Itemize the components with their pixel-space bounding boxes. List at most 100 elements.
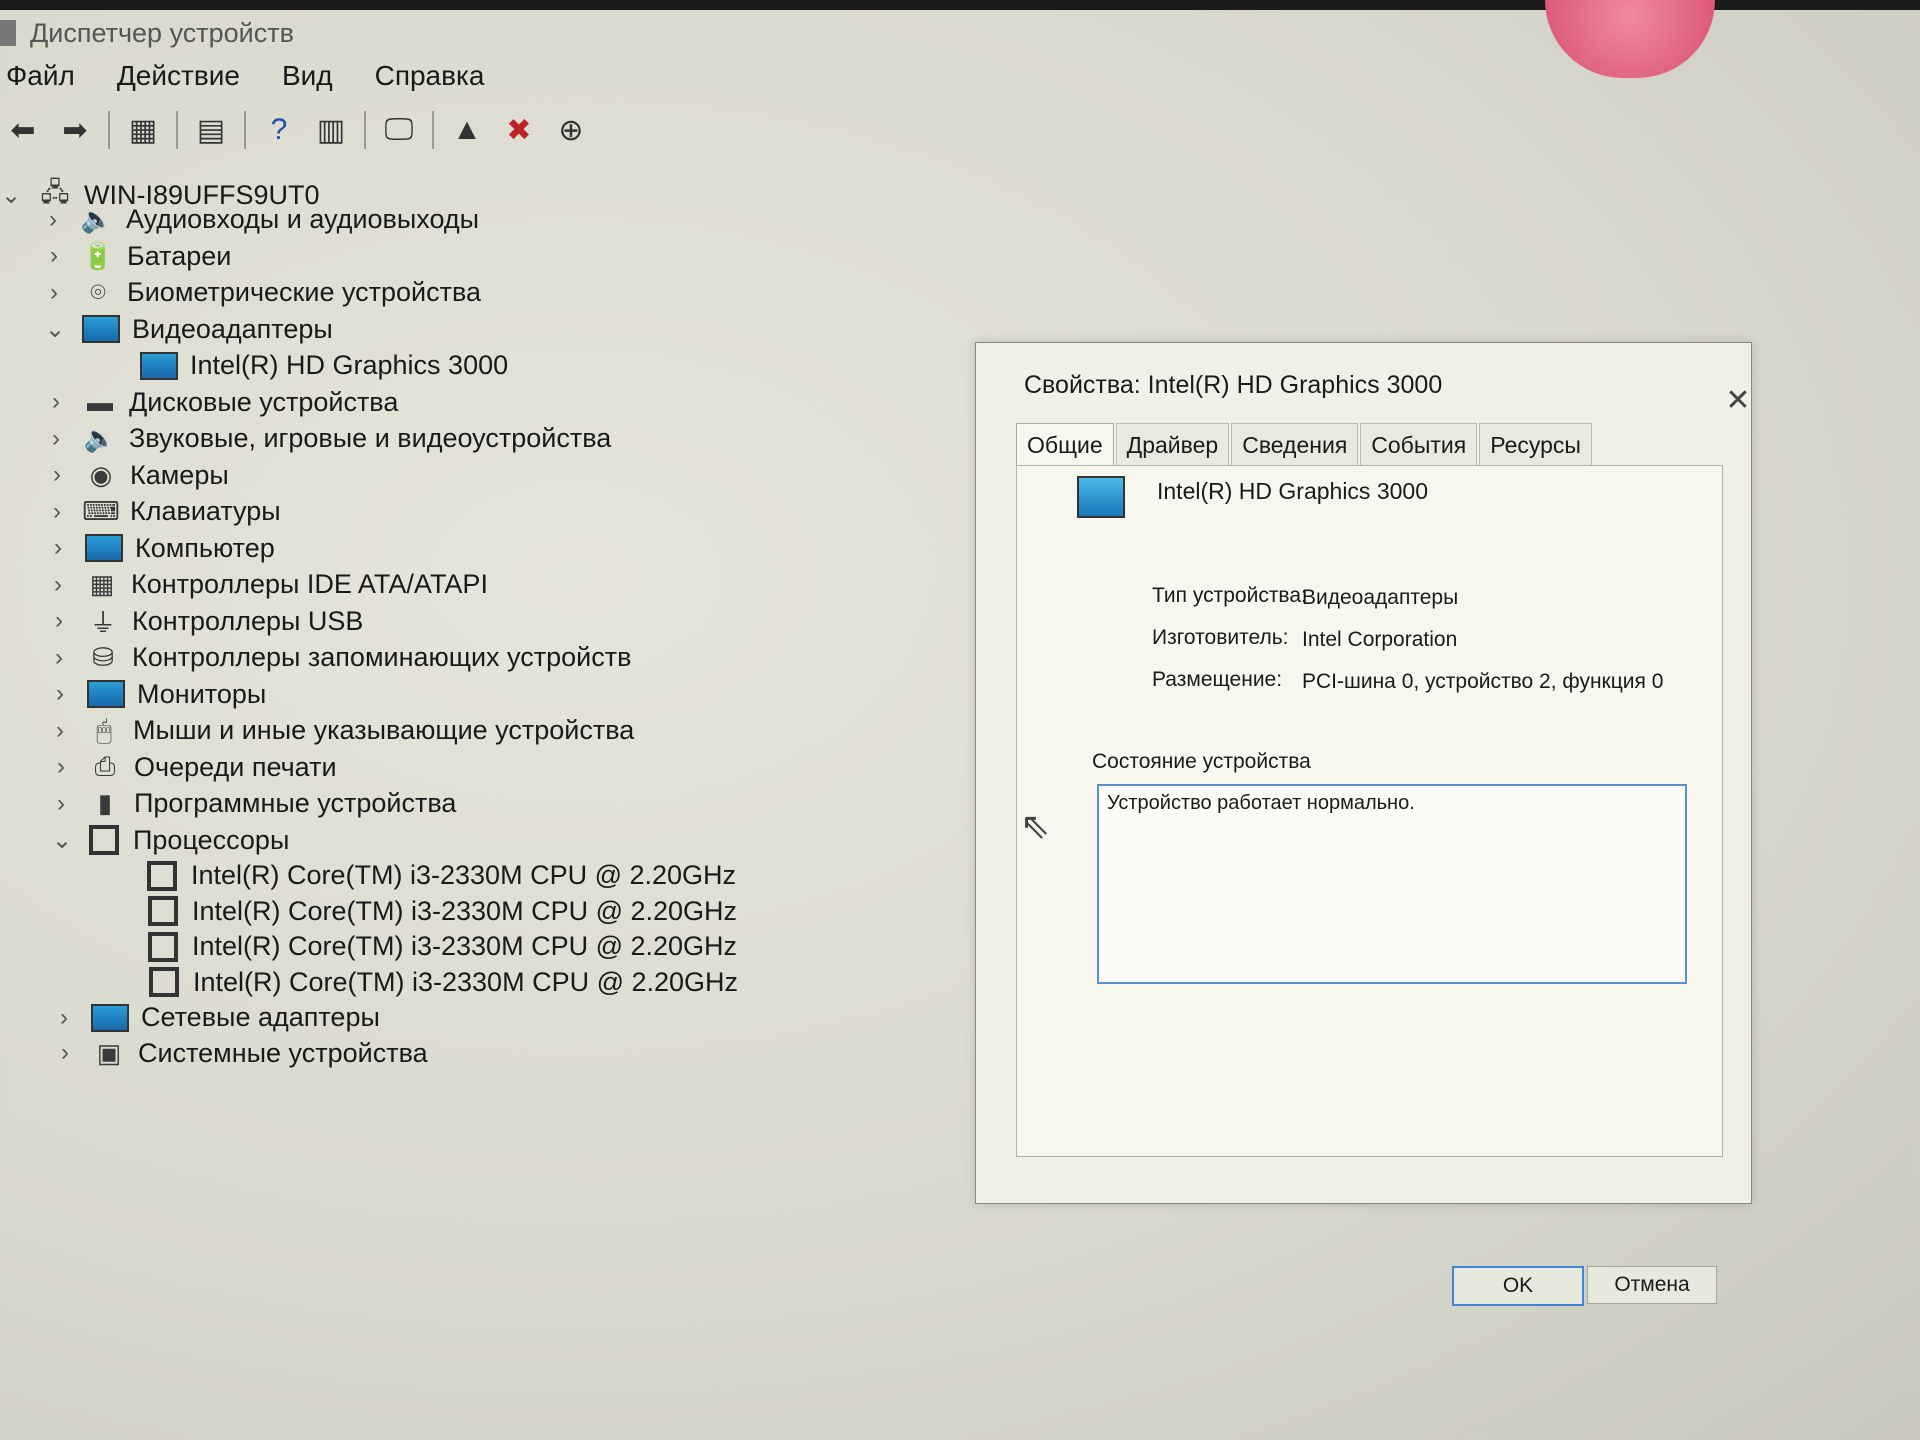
tree-device-item[interactable]: Intel(R) HD Graphics 3000 [124,350,508,381]
back-icon[interactable]: ⬅ [4,111,42,149]
dialog-tabs: Общие Драйвер Сведения События Ресурсы [1016,423,1594,467]
dialog-title: Свойства: Intel(R) HD Graphics 3000 [1024,371,1443,399]
tree-item-label: Мониторы [137,678,267,709]
tree-category-item[interactable]: › 🔋 Батареи [43,241,231,272]
tree-category-item[interactable]: › ◉ Камеры [46,460,229,491]
tree-item-label: Биометрические устройства [127,277,482,307]
tree-item-label: Процессоры [133,824,290,855]
printer-icon: ⎙ [94,751,116,781]
ok-button[interactable]: OK [1452,1266,1584,1306]
speaker-icon: 🔈 [80,204,114,234]
menu-view[interactable]: Вид [278,58,337,94]
tree-category-item[interactable]: ⌄ Видеоадаптеры [44,314,333,345]
tree-item-label: Программные устройства [134,788,457,818]
computer-icon [85,534,123,562]
cancel-button[interactable]: Отмена [1587,1266,1717,1304]
chevron-right-icon[interactable]: › [47,534,69,562]
chevron-right-icon[interactable]: › [42,206,64,234]
menu-bar: Файл Действие Вид Справка [0,58,488,94]
status-textbox[interactable]: Устройство работает нормально. [1097,784,1687,984]
tree-category-item[interactable]: › ⌾ Биометрические устройства [43,277,481,308]
chevron-right-icon[interactable]: › [49,717,71,745]
chevron-right-icon[interactable]: › [49,680,71,708]
cpu-icon [149,967,179,997]
tree-device-item[interactable]: Intel(R) Core(TM) i3-2330M CPU @ 2.20GHz [132,931,737,962]
chevron-right-icon[interactable]: › [54,1039,76,1067]
tree-category-item[interactable]: › 🔈 Звуковые, игровые и видеоустройства [45,423,611,454]
chevron-right-icon[interactable]: › [45,388,67,416]
tab-driver[interactable]: Драйвер [1115,423,1230,467]
disk-icon: ▬ [87,386,113,417]
menu-help[interactable]: Справка [371,58,489,94]
tree-item-label: Видеоадаптеры [132,313,333,344]
prop-value-type: Видеоадаптеры [1302,586,1459,609]
tab-events[interactable]: События [1360,423,1478,467]
prop-value-location: PCI-шина 0, устройство 2, функция 0 [1302,670,1664,693]
chevron-down-icon[interactable]: ⌄ [51,826,73,855]
tree-category-item[interactable]: › Сетевые адаптеры [53,1002,380,1033]
tree-category-item[interactable]: › ⛁ Контроллеры запоминающих устройств [48,642,631,673]
tree-category-item[interactable]: › 🖱 Мыши и иные указывающие устройства [49,715,634,746]
tree-item-label: Клавиатуры [130,496,281,526]
tree-category-item[interactable]: › ▮ Программные устройства [50,788,456,819]
tree-category-item[interactable]: › ▣ Системные устройства [54,1038,428,1069]
chevron-right-icon[interactable]: › [47,571,69,599]
chevron-right-icon[interactable]: › [48,607,70,635]
toolbar-separator [176,111,178,149]
scan-icon[interactable]: 🖵 [380,111,418,149]
tree-item-label: Intel(R) Core(TM) i3-2330M CPU @ 2.20GHz [192,895,738,926]
tree-item-label: Аудиовходы и аудиовыходы [126,204,480,234]
tree-item-label: Intel(R) Core(TM) i3-2330M CPU @ 2.20GHz [191,860,737,890]
forward-icon[interactable]: ➡ [56,111,94,149]
chevron-down-icon[interactable]: ⌄ [0,181,22,210]
tab-details[interactable]: Сведения [1231,423,1359,467]
console-icon[interactable]: ▥ [312,111,350,149]
cpu-icon [148,931,178,962]
window-title: Диспетчер устройств [30,18,294,48]
prop-label-type: Тип устройства: [1152,584,1307,607]
tree-item-label: Системные устройства [138,1037,428,1068]
tree-category-item[interactable]: ⌄ Процессоры [51,825,289,856]
tree-category-item[interactable]: › ⏚ Контроллеры USB [48,606,363,638]
chevron-right-icon[interactable]: › [43,279,65,307]
tree-category-item[interactable]: › ▬ Дисковые устройства [45,387,398,418]
update-driver-icon[interactable]: ▲ [448,111,486,149]
help-icon[interactable]: ? [260,111,298,149]
tree-category-item[interactable]: › ⌨ Клавиатуры [46,496,281,527]
tree-category-item[interactable]: › ⎙ Очереди печати [50,751,337,783]
app-icon [0,20,16,46]
tree-category-item[interactable]: › 🔈 Аудиовходы и аудиовыходы [42,204,479,235]
toolbar-separator [364,111,366,149]
chevron-right-icon[interactable]: › [50,790,72,818]
tree-category-item[interactable]: › Мониторы [49,679,266,710]
device-name: Intel(R) HD Graphics 3000 [1157,478,1428,504]
view-icon[interactable]: ▤ [192,111,230,149]
chevron-right-icon[interactable]: › [46,461,68,489]
tree-item-label: Камеры [130,459,229,490]
tree-category-item[interactable]: › ▦ Контроллеры IDE ATA/ATAPI [47,569,488,600]
menu-file[interactable]: Файл [2,58,79,94]
mouse-cursor-icon: ⇖ [1020,805,1051,846]
close-icon[interactable]: ✕ [1721,383,1755,417]
download-icon[interactable]: ⊕ [552,111,590,149]
menu-action[interactable]: Действие [113,58,244,94]
prop-label-location: Размещение: [1152,668,1283,691]
tree-device-item[interactable]: Intel(R) Core(TM) i3-2330M CPU @ 2.20GHz [133,967,738,998]
tree-category-item[interactable]: › Компьютер [47,533,275,564]
keyboard-icon: ⌨ [82,496,120,526]
chevron-right-icon[interactable]: › [48,644,70,672]
tab-general[interactable]: Общие [1016,423,1114,467]
tree-device-item[interactable]: Intel(R) Core(TM) i3-2330M CPU @ 2.20GHz [131,860,736,891]
chevron-right-icon[interactable]: › [53,1004,75,1032]
chevron-right-icon[interactable]: › [46,498,68,526]
tree-device-item[interactable]: Intel(R) Core(TM) i3-2330M CPU @ 2.20GHz [132,896,737,927]
chevron-right-icon[interactable]: › [43,242,65,270]
chevron-right-icon[interactable]: › [50,753,72,781]
toolbar-separator [244,111,246,149]
tree-item-label: Батареи [127,240,232,271]
chevron-down-icon[interactable]: ⌄ [44,315,66,344]
properties-icon[interactable]: ▦ [124,111,162,149]
chevron-right-icon[interactable]: › [45,425,67,453]
tab-resources[interactable]: Ресурсы [1479,423,1592,467]
remove-device-icon[interactable]: ✖ [500,111,538,149]
